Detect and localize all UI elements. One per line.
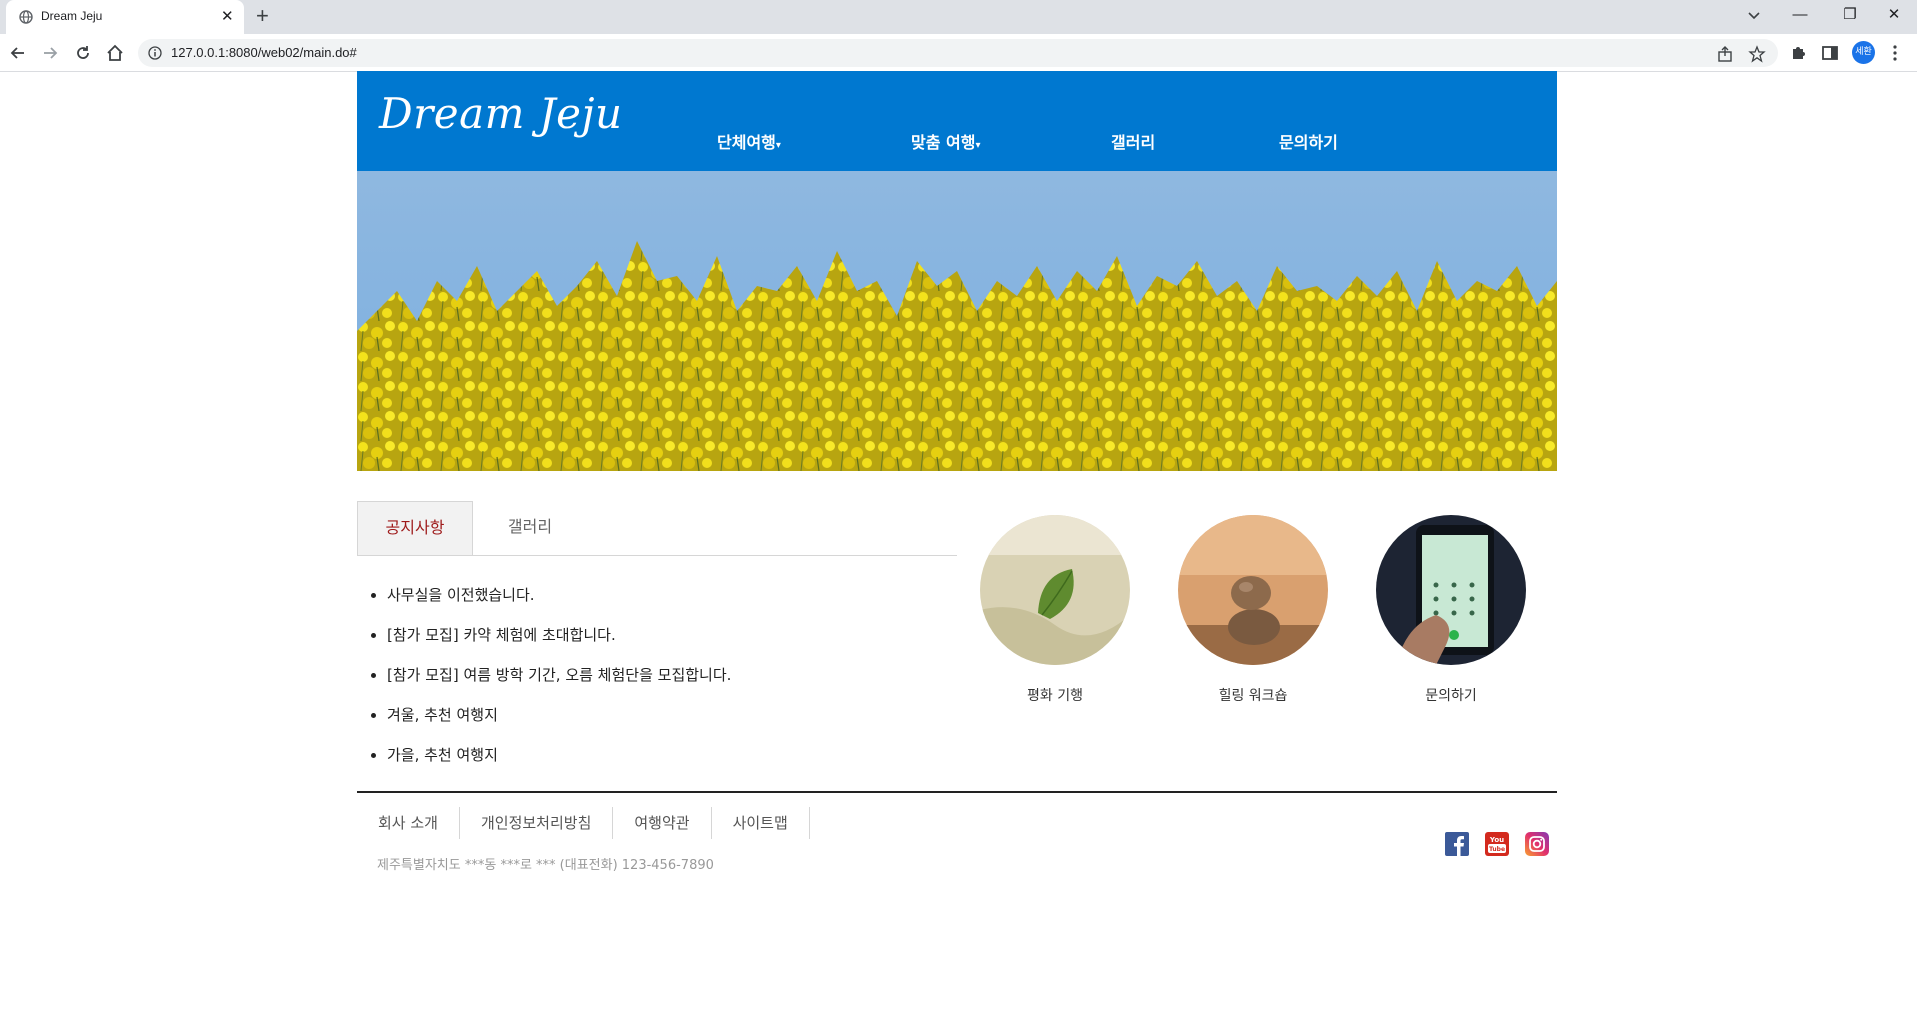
footer-link-privacy[interactable]: 개인정보처리방침 <box>460 807 614 839</box>
feature-healing-workshop[interactable]: 힐링 워크숍 <box>1178 515 1328 705</box>
nav-label: 맞춤 여행 <box>911 133 976 152</box>
browser-tab[interactable]: Dream Jeju ✕ <box>6 0 244 34</box>
feature-label: 평화 기행 <box>1027 688 1083 704</box>
stacked-stones-image <box>1178 515 1328 665</box>
notice-item[interactable]: 사무실을 이전했습니다. <box>387 585 731 625</box>
facebook-icon[interactable] <box>1445 832 1469 856</box>
info-icon[interactable] <box>148 46 162 60</box>
forward-icon[interactable] <box>40 43 60 63</box>
back-icon[interactable] <box>8 43 28 63</box>
profile-avatar[interactable]: 세환 <box>1852 41 1875 64</box>
tab-gallery[interactable]: 갤러리 <box>473 501 587 555</box>
feature-peace-tour[interactable]: 평화 기행 <box>980 515 1130 705</box>
footer-divider <box>357 791 1557 793</box>
svg-text:Tube: Tube <box>1489 846 1505 853</box>
home-icon[interactable] <box>105 43 125 63</box>
site-header: Dream Jeju 단체여행▾ 맞춤 여행▾ 갤러리 문의하기 <box>357 71 1557 171</box>
browser-tabstrip: Dream Jeju ✕ + — ❐ ✕ <box>0 0 1917 34</box>
instagram-icon[interactable] <box>1525 832 1549 856</box>
globe-icon <box>19 10 33 24</box>
share-icon[interactable] <box>1716 45 1734 63</box>
url-text: 127.0.0.1:8080/web02/main.do# <box>171 45 357 60</box>
nav-custom-tour[interactable]: 맞춤 여행▾ <box>911 129 980 153</box>
feature-label: 문의하기 <box>1425 688 1477 704</box>
svg-text:You: You <box>1489 836 1504 844</box>
browser-toolbar: 127.0.0.1:8080/web02/main.do# 세환 <box>0 34 1917 72</box>
tab-close-button[interactable]: ✕ <box>221 8 234 24</box>
nav-label: 갤러리 <box>1111 133 1156 152</box>
smartphone-image <box>1376 515 1526 665</box>
caret-down-icon: ▾ <box>975 140 981 151</box>
footer-links: 회사 소개 개인정보처리방침 여행약관 사이트맵 <box>357 807 810 839</box>
tab-search-icon[interactable] <box>1745 6 1763 24</box>
nav-group-tour[interactable]: 단체여행▾ <box>717 129 781 153</box>
footer-link-company[interactable]: 회사 소개 <box>357 807 460 839</box>
new-tab-button[interactable]: + <box>256 4 269 28</box>
close-window-button[interactable]: ✕ <box>1874 3 1914 27</box>
tab-notice[interactable]: 공지사항 <box>357 501 473 555</box>
leaf-on-sand-image <box>980 515 1130 665</box>
menu-kebab-icon[interactable] <box>1885 43 1905 63</box>
reload-icon[interactable] <box>73 43 93 63</box>
nav-label: 문의하기 <box>1279 133 1338 152</box>
notice-item[interactable]: [참가 모집] 여름 방학 기간, 오름 체험단을 모집합니다. <box>387 665 731 705</box>
hero-banner-image <box>357 171 1557 471</box>
notice-item[interactable]: 가을, 추천 여행지 <box>387 745 731 785</box>
feature-label: 힐링 워크숍 <box>1218 688 1288 704</box>
bookmark-star-icon[interactable] <box>1748 45 1766 63</box>
tabs-divider <box>357 555 957 556</box>
tab-title: Dream Jeju <box>41 9 103 23</box>
minimize-button[interactable]: — <box>1780 3 1820 27</box>
site-logo[interactable]: Dream Jeju <box>379 89 623 138</box>
notice-item[interactable]: 겨울, 추천 여행지 <box>387 705 731 745</box>
caret-down-icon: ▾ <box>775 140 781 151</box>
restore-button[interactable]: ❐ <box>1830 3 1870 27</box>
nav-inquiry[interactable]: 문의하기 <box>1279 129 1338 153</box>
address-bar[interactable]: 127.0.0.1:8080/web02/main.do# <box>138 39 1778 67</box>
notice-item[interactable]: [참가 모집] 카약 체험에 초대합니다. <box>387 625 731 665</box>
nav-gallery[interactable]: 갤러리 <box>1111 129 1155 153</box>
side-panel-icon[interactable] <box>1820 43 1840 63</box>
footer-link-terms[interactable]: 여행약관 <box>613 807 712 839</box>
youtube-icon[interactable]: You Tube <box>1485 832 1509 856</box>
extensions-icon[interactable] <box>1788 43 1808 63</box>
feature-inquiry[interactable]: 문의하기 <box>1376 515 1526 705</box>
footer-address: 제주특별자치도 ***동 ***로 *** (대표전화) 123-456-789… <box>377 858 714 873</box>
notice-list: 사무실을 이전했습니다. [참가 모집] 카약 체험에 초대합니다. [참가 모… <box>387 585 731 785</box>
footer-link-sitemap[interactable]: 사이트맵 <box>712 807 810 839</box>
nav-label: 단체여행 <box>717 133 776 152</box>
